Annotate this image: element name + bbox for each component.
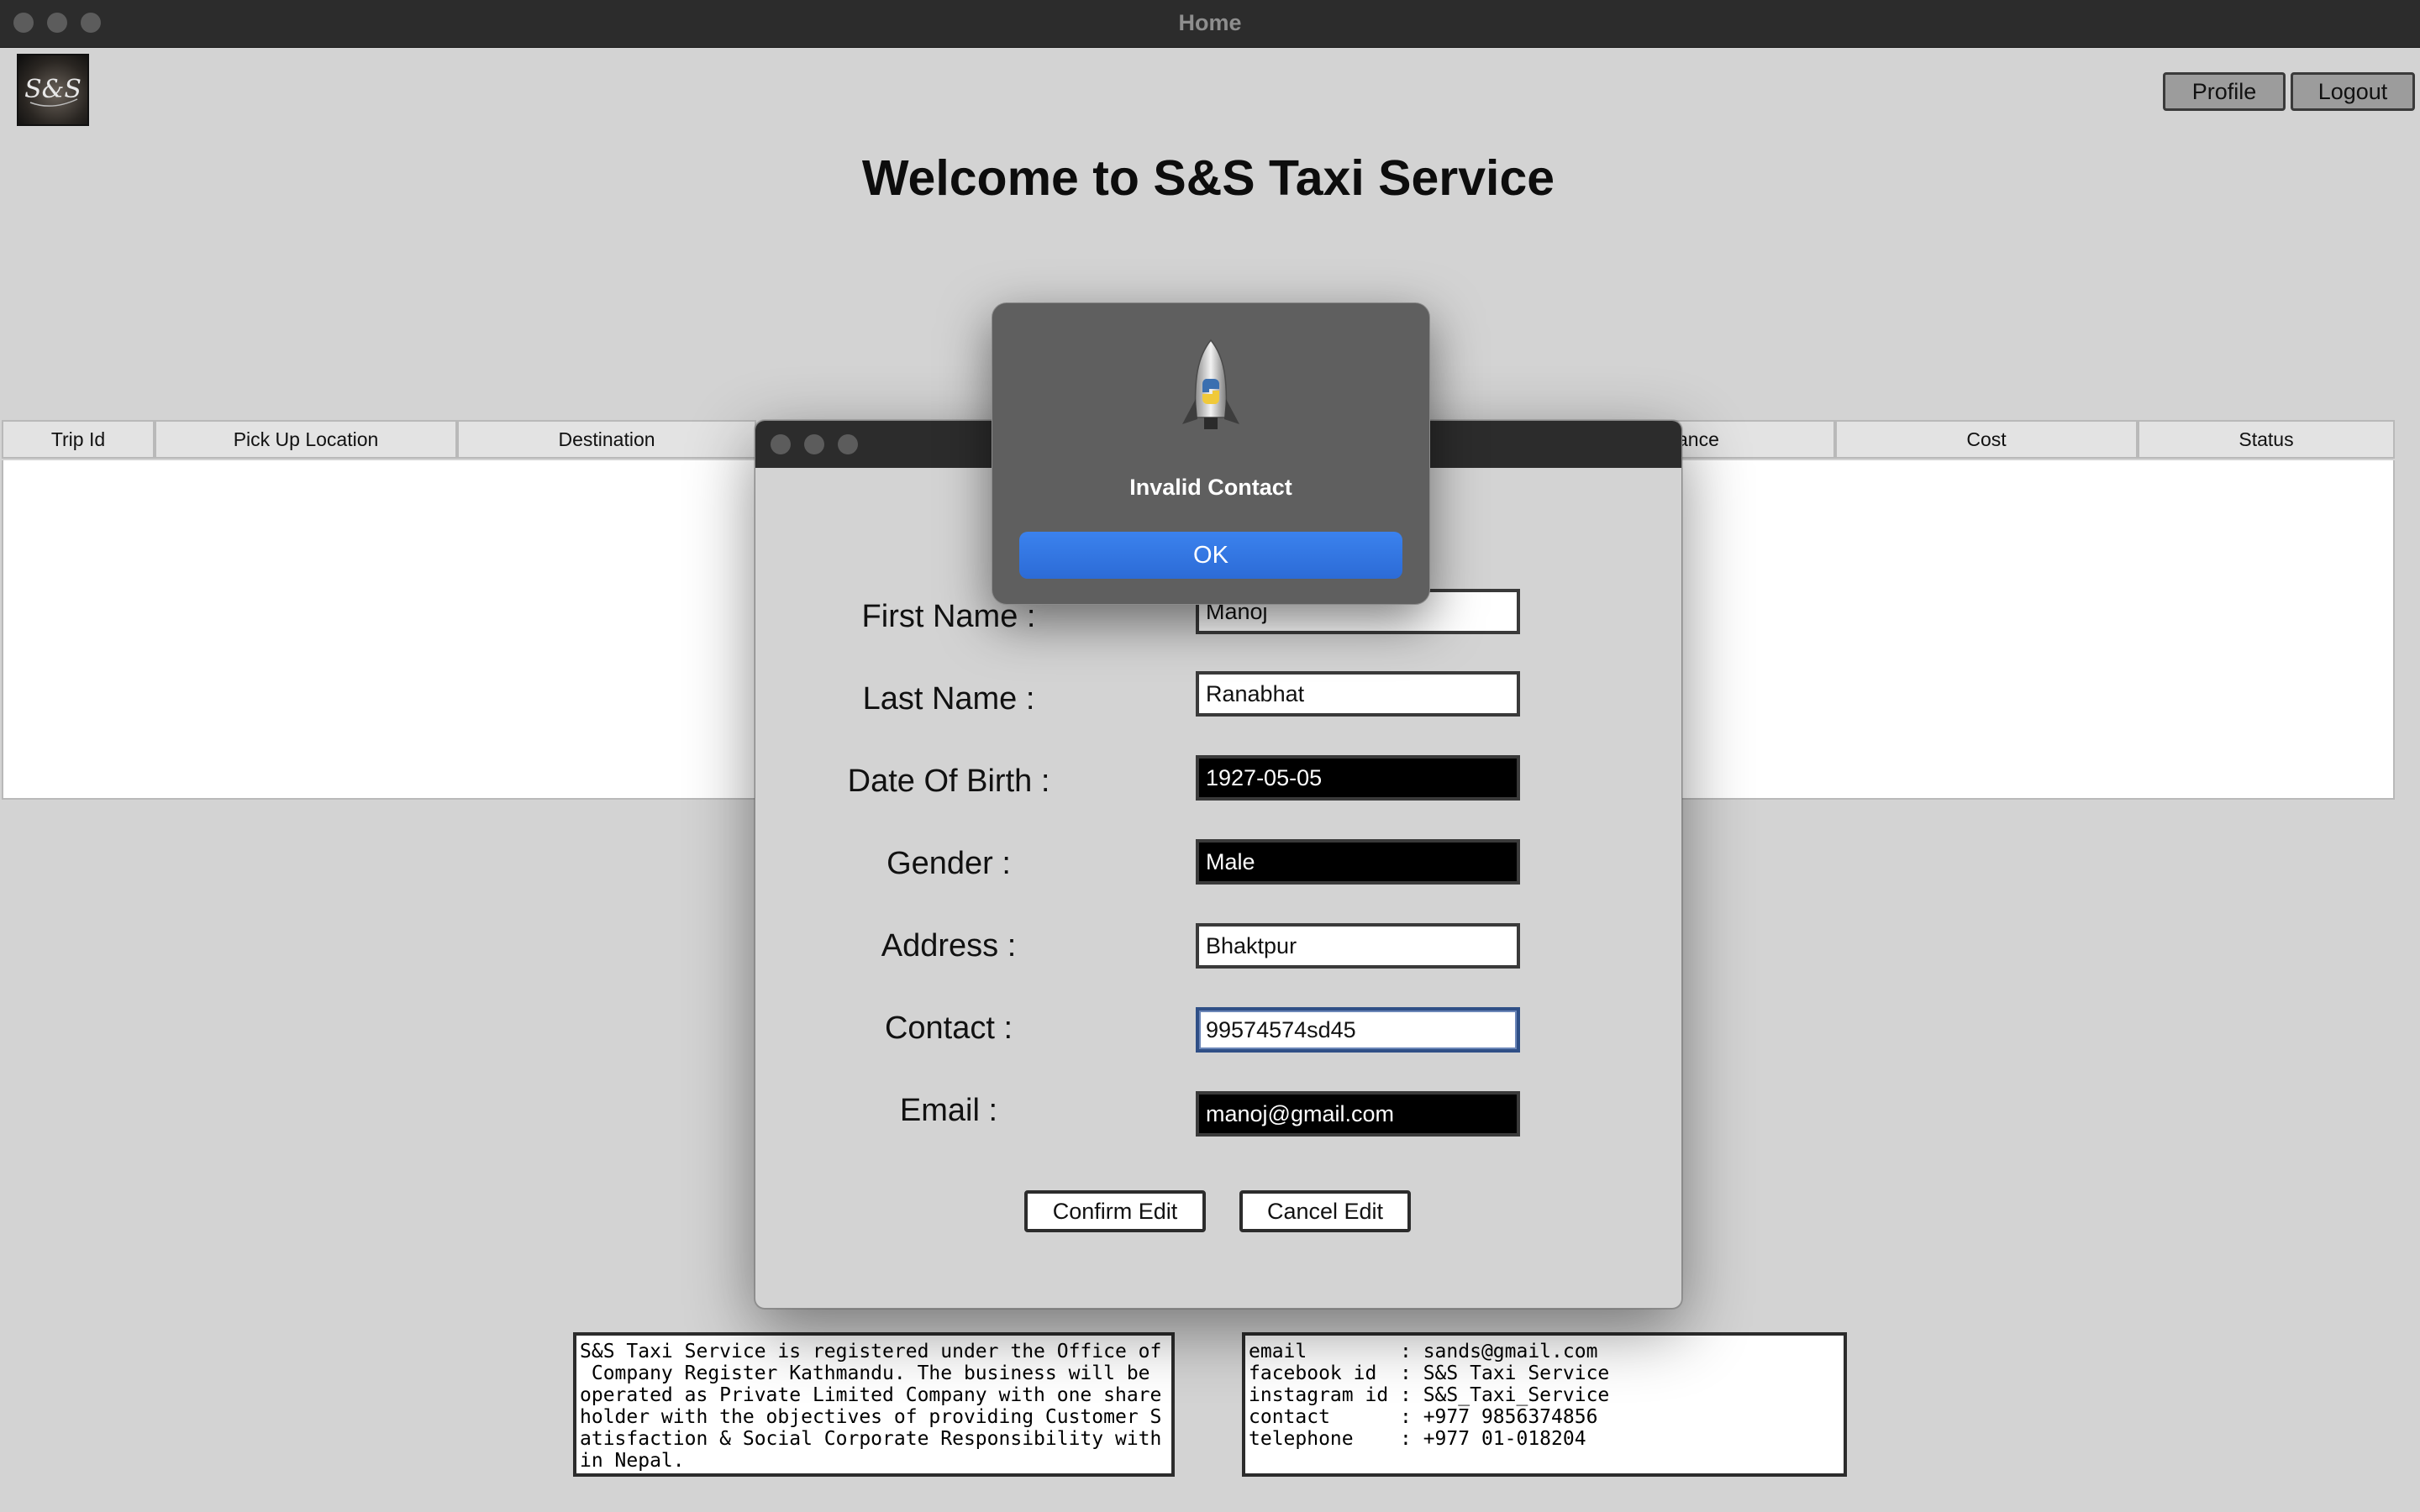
last-name-field[interactable]: Ranabhat [1196, 671, 1520, 717]
logout-button[interactable]: Logout [2291, 72, 2415, 111]
about-text-box[interactable]: S&S Taxi Service is registered under the… [573, 1332, 1175, 1477]
alert-ok-button[interactable]: OK [1019, 532, 1402, 579]
column-header-pickup[interactable]: Pick Up Location [155, 420, 457, 459]
contact-info-box[interactable]: email : sands@gmail.com facebook id : S&… [1242, 1332, 1847, 1477]
date-of-birth-label: Date Of Birth : [847, 764, 1050, 799]
last-name-label: Last Name : [862, 681, 1035, 717]
email-field[interactable]: manoj@gmail.com [1196, 1091, 1520, 1137]
window-title: Home [1178, 10, 1242, 35]
logo-text: S&S [24, 75, 82, 104]
column-header-cost[interactable]: Cost [1835, 420, 2138, 459]
app-logo: S&S [17, 54, 89, 126]
gender-field[interactable]: Male [1196, 839, 1520, 885]
column-header-trip-id[interactable]: Trip Id [2, 420, 155, 459]
contact-field[interactable]: 99574574sd45 [1196, 1007, 1520, 1053]
cancel-edit-button[interactable]: Cancel Edit [1239, 1190, 1411, 1232]
address-label: Address : [881, 928, 1017, 963]
edit-close-button[interactable] [771, 434, 791, 454]
alert-title: Invalid Contact [1129, 475, 1292, 500]
column-header-distance[interactable]: ance [1664, 420, 1835, 459]
confirm-edit-button[interactable]: Confirm Edit [1024, 1190, 1206, 1232]
page-title: Welcome to S&S Taxi Service [861, 150, 1555, 206]
email-label: Email : [899, 1093, 998, 1128]
address-field[interactable]: Bhaktpur [1196, 923, 1520, 969]
gender-label: Gender : [886, 846, 1011, 881]
date-of-birth-field[interactable]: 1927-05-05 [1196, 755, 1520, 801]
edit-minimize-button[interactable] [804, 434, 824, 454]
invalid-contact-alert: Invalid Contact OK [992, 302, 1430, 605]
edit-zoom-button[interactable] [838, 434, 858, 454]
profile-button[interactable]: Profile [2163, 72, 2286, 111]
column-header-destination[interactable]: Destination [457, 420, 756, 459]
python-rocket-icon [1182, 339, 1239, 429]
column-header-status[interactable]: Status [2138, 420, 2395, 459]
contact-label: Contact : [884, 1011, 1013, 1046]
